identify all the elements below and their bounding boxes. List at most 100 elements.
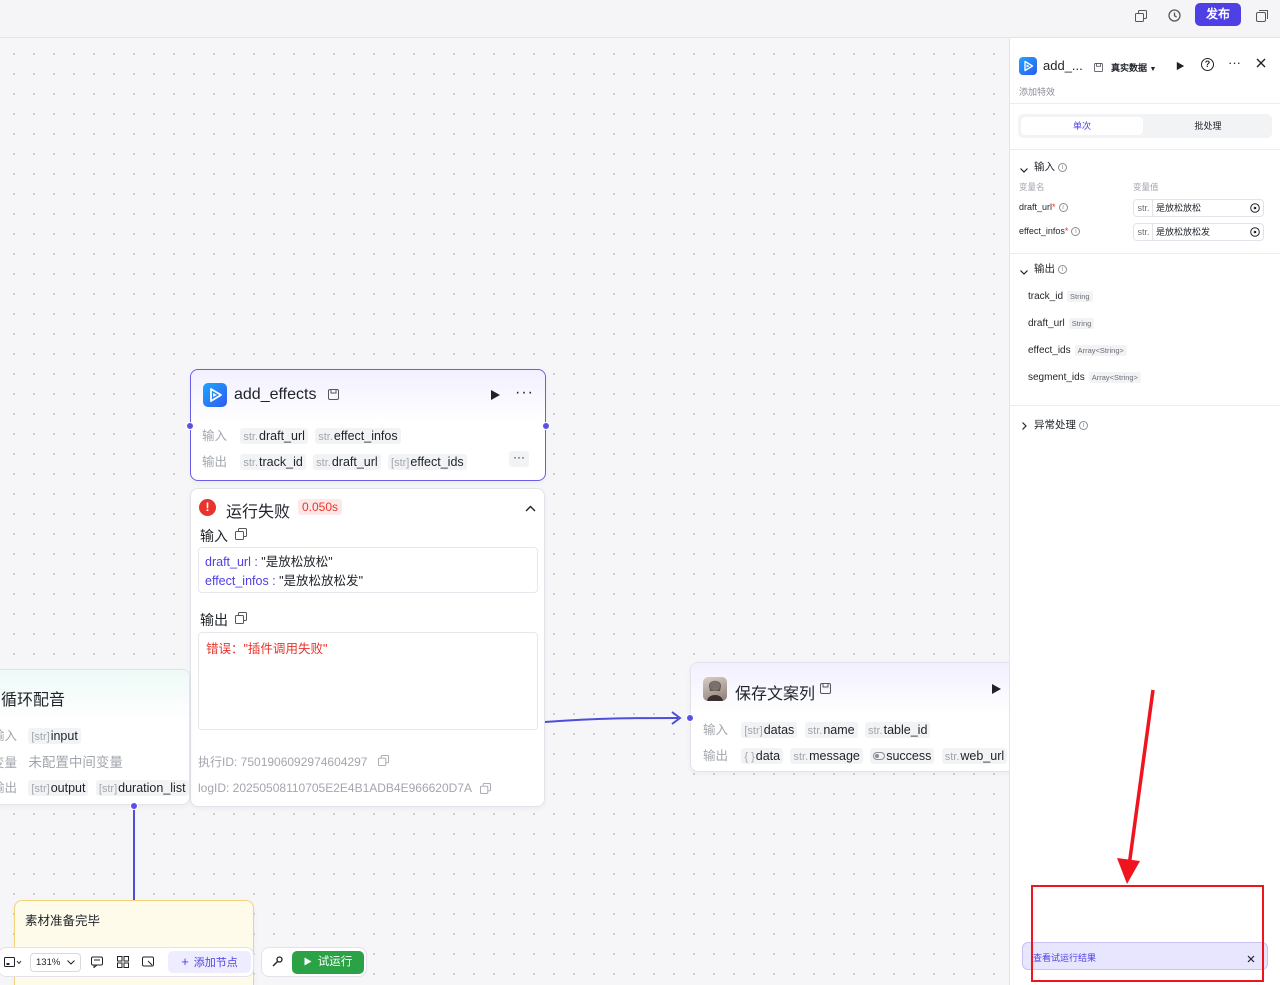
plugin-logo-icon [1019,57,1037,75]
avatar-icon [703,677,727,701]
effect-infos-value-input[interactable]: str. 是放松放松发 [1133,223,1264,241]
canvas-toolbar: 131% + 添加节点 [0,947,254,977]
info-icon: i [1079,420,1088,430]
output-param-chip: str.message [790,748,863,764]
duration-badge: 0.050s [298,499,343,515]
input-param-chip: str.name [804,722,858,738]
panel-subtitle: 添加特效 [1019,87,1056,97]
run-node-icon[interactable] [490,389,501,404]
close-icon[interactable] [1247,952,1255,966]
tab-single[interactable]: 单次 [1021,117,1143,135]
input-var-name: effect_infos* i [1019,226,1081,237]
input-param-chip: [str]datas [741,722,798,738]
error-output-box: 错误："插件调用失败" [198,632,538,730]
chevron-down-icon[interactable] [1020,264,1028,278]
workflow-canvas[interactable]: add_effects ··· 输入 str.draft_url str.eff… [0,38,1009,985]
fit-view-icon[interactable] [142,956,154,971]
tool-icon[interactable] [271,955,284,971]
input-param-chip: str.effect_infos [315,428,401,444]
draft-url-value-input[interactable]: str. 是放松放松 [1133,199,1264,217]
var-name-header: 变量名 [1019,182,1045,192]
help-icon[interactable]: ? [1201,58,1214,71]
tab-batch[interactable]: 批处理 [1147,117,1269,135]
node-title: 循环配音 [1,692,66,709]
plugin-logo-icon [203,383,227,407]
reference-icon[interactable] [1250,227,1260,237]
collapse-icon[interactable] [525,501,536,515]
top-bar: 发布 [0,0,1280,38]
more-icon[interactable]: ··· [515,384,534,402]
input-var-name: draft_url* i [1019,202,1068,213]
plus-icon: + [181,954,189,969]
save-icon[interactable] [328,389,339,403]
copy-icon[interactable] [235,612,247,627]
exception-section-title[interactable]: 异常处理 i [1034,417,1088,432]
input-port[interactable] [686,714,694,722]
input-param-chip: str.table_id [864,722,931,738]
output-param-chip: [str]output [28,780,89,796]
node-title: add_effects [234,386,317,403]
chevron-down-icon[interactable] [1020,162,1028,176]
output-title: 输出 [200,612,228,628]
log-id: logID: 20250508110705E2E4B1ADB4E966620D7… [198,781,472,795]
info-icon: i [1058,203,1068,213]
info-icon: i [1058,264,1067,274]
input-param-chip: str.draft_url [240,428,308,444]
info-icon: i [1071,227,1081,237]
comment-icon[interactable] [91,956,103,971]
run-status: 运行失败 [226,504,291,521]
reference-icon[interactable] [1250,203,1260,213]
exec-id: 执行ID: 7501906092974604297 [198,755,368,769]
chevron-right-icon[interactable] [1022,419,1027,433]
input-title: 输入 [200,528,228,544]
input-value-row: effect_infos : "是放松放松发" [205,574,363,588]
copy-icon[interactable] [480,783,491,797]
output-param-chip: str.web_url [941,748,1008,764]
node-detail-panel: add_... 真实数据 ▼ ? ··· 添加特效 单次 批处理 输入 i 变量名… [1009,38,1280,985]
play-icon [304,957,312,966]
run-node-icon[interactable] [1176,60,1185,74]
output-param-chip: [str]effect_ids [388,454,467,470]
copy-icon[interactable] [378,755,389,769]
copy-icon[interactable] [1130,7,1152,29]
run-result-card: ! 运行失败 0.050s 输入 draft_url : "是放松放松" eff… [190,488,545,807]
input-port[interactable] [186,422,194,430]
view-run-result-bar[interactable]: 查看试运行结果 [1022,942,1268,970]
info-icon: i [1058,162,1067,172]
history-icon[interactable] [1163,7,1185,29]
view-run-result-link[interactable]: 查看试运行结果 [1033,951,1096,964]
output-var-row: segment_ids Array<String> [1028,372,1141,383]
add-effects-node[interactable]: add_effects ··· 输入 str.draft_url str.eff… [190,369,546,481]
add-node-button[interactable]: + 添加节点 [168,951,251,973]
save-copy-node[interactable]: 保存文案列 输入 [str]datas str.name str.table_i… [690,662,1009,772]
close-icon[interactable] [1256,57,1266,71]
output-param-chip: [str]duration_list [95,780,189,796]
output-param-chip: { }data [741,748,784,764]
window-icon[interactable] [1251,7,1273,29]
layout-icon[interactable] [117,956,129,971]
publish-button[interactable]: 发布 [1195,3,1241,26]
node-title: 素材准备完毕 [25,914,101,928]
run-toolbar: 试运行 [261,947,367,977]
output-param-chip: str.track_id [240,454,306,470]
save-icon[interactable] [820,683,831,697]
run-node-icon[interactable] [991,683,1002,698]
more-icon[interactable]: ··· [1228,55,1241,70]
save-icon[interactable] [1094,61,1103,75]
mode-tabs: 单次 批处理 [1018,114,1272,138]
loop-voice-node[interactable]: 循环配音 输入 [str]input 变量 未配置中间变量 输出 [str]ou… [0,669,190,805]
output-var-row: effect_ids Array<String> [1028,345,1127,356]
input-section-title: 输入 i [1034,159,1067,174]
output-var-row: draft_url String [1028,318,1095,329]
test-run-button[interactable]: 试运行 [292,951,364,974]
minimap-icon[interactable] [4,957,22,971]
more-outputs-icon[interactable]: ··· [509,451,529,467]
output-port[interactable] [542,422,550,430]
caret-down-icon: ▼ [1149,66,1157,73]
toggle-icon [873,751,886,763]
output-port[interactable] [130,802,138,810]
data-mode-select[interactable]: 真实数据 ▼ [1111,61,1156,74]
zoom-select[interactable]: 131% [30,953,81,972]
copy-icon[interactable] [235,528,247,543]
node-title: 保存文案列 [735,686,816,703]
